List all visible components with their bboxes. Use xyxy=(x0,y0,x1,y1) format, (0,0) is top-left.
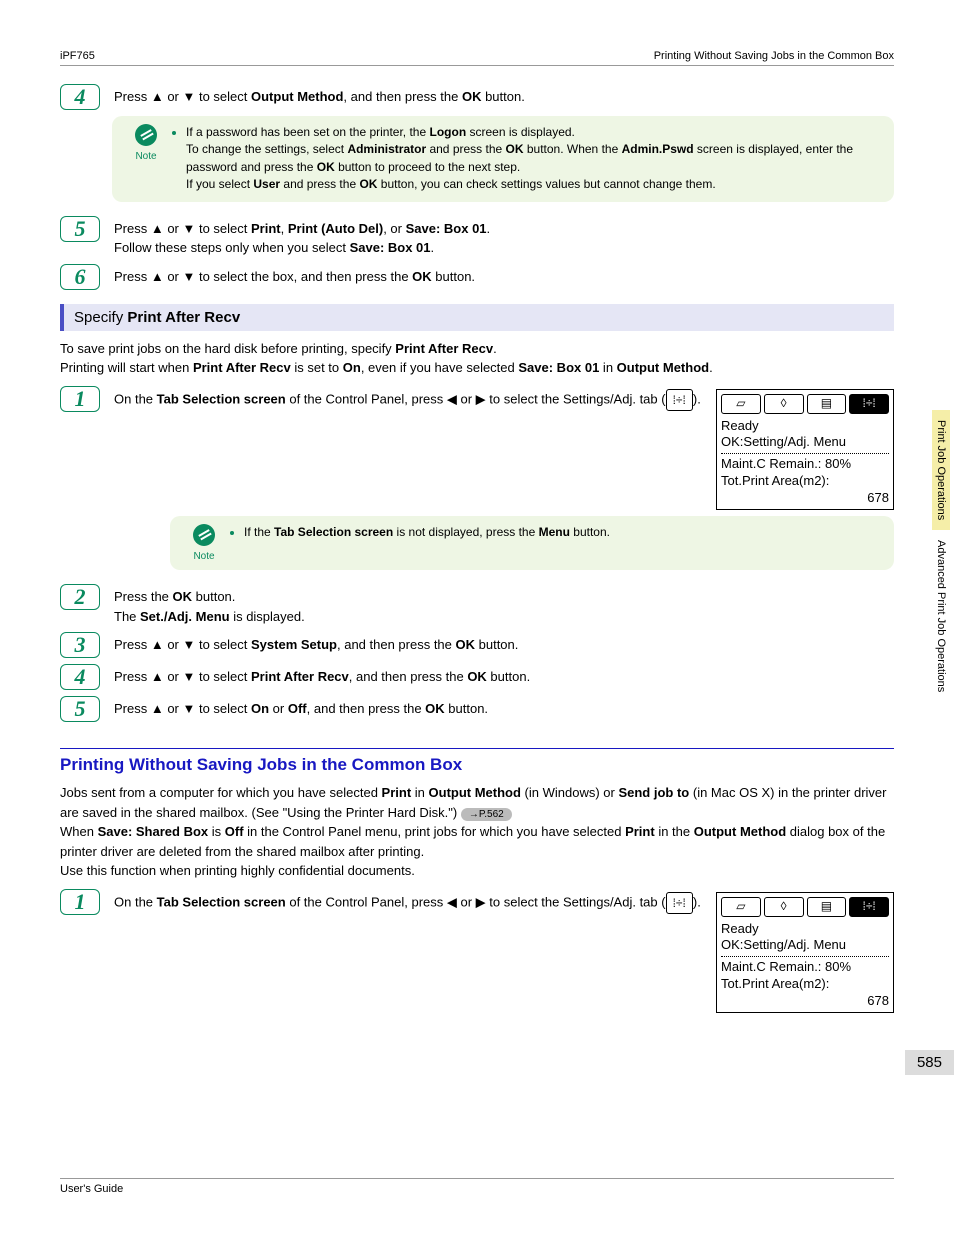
step-number: 4 xyxy=(60,664,100,690)
lcd-tab-settings-icon: ⁞÷⁞ xyxy=(849,394,889,414)
lcd-line-ok: OK:Setting/Adj. Menu xyxy=(721,937,889,954)
note-box: Note If a password has been set on the p… xyxy=(112,116,894,202)
side-tab-chapter[interactable]: Print Job Operations xyxy=(932,410,950,530)
note-label: Note xyxy=(128,151,164,162)
step-b5: 5 Press ▲ or ▼ to select On or Off, and … xyxy=(60,696,894,722)
note-box: Note If the Tab Selection screen is not … xyxy=(170,516,894,570)
step-number: 1 xyxy=(60,386,100,412)
lcd-tab-ink-icon: ◊ xyxy=(764,394,804,414)
step-b1: 1 ▱ ◊ ▤ ⁞÷⁞ Ready OK:Setting/Adj. Menu M… xyxy=(60,386,894,510)
lcd-line-ready: Ready xyxy=(721,921,889,938)
step-b4: 4 Press ▲ or ▼ to select Print After Rec… xyxy=(60,664,894,690)
section-intro: Jobs sent from a computer for which you … xyxy=(60,783,894,881)
lcd-tab-ink-icon: ◊ xyxy=(764,897,804,917)
lcd-panel: ▱ ◊ ▤ ⁞÷⁞ Ready OK:Setting/Adj. Menu Mai… xyxy=(716,389,894,510)
step-b3: 3 Press ▲ or ▼ to select System Setup, a… xyxy=(60,632,894,658)
lcd-line-num: 678 xyxy=(721,993,889,1010)
lcd-line-ready: Ready xyxy=(721,418,889,435)
step-b2: 2 Press the OK button. The Set./Adj. Men… xyxy=(60,584,894,626)
section-title: Printing Without Saving Jobs in the Comm… xyxy=(60,748,894,775)
settings-tab-icon: ⁞÷⁞ xyxy=(666,892,693,914)
lcd-tab-job-icon: ▤ xyxy=(807,897,847,917)
side-tab-section[interactable]: Advanced Print Job Operations xyxy=(932,530,950,702)
settings-tab-icon: ⁞÷⁞ xyxy=(666,389,693,411)
step-number: 6 xyxy=(60,264,100,290)
note-icon xyxy=(193,524,215,546)
step-number: 4 xyxy=(60,84,100,110)
lcd-tab-paper-icon: ▱ xyxy=(721,897,761,917)
lcd-line-area: Tot.Print Area(m2): xyxy=(721,473,889,490)
lcd-panel: ▱ ◊ ▤ ⁞÷⁞ Ready OK:Setting/Adj. Menu Mai… xyxy=(716,892,894,1013)
page-reference-link[interactable]: →P.562 xyxy=(461,808,512,821)
header-left: iPF765 xyxy=(60,50,95,62)
note-icon xyxy=(135,124,157,146)
header-right: Printing Without Saving Jobs in the Comm… xyxy=(654,50,894,62)
footer: User's Guide xyxy=(60,1178,894,1195)
lcd-line-area: Tot.Print Area(m2): xyxy=(721,976,889,993)
page-header: iPF765 Printing Without Saving Jobs in t… xyxy=(60,50,894,66)
page-number: 585 xyxy=(905,1050,954,1075)
step-number: 5 xyxy=(60,696,100,722)
step-number: 3 xyxy=(60,632,100,658)
lcd-line-num: 678 xyxy=(721,490,889,507)
step-number: 2 xyxy=(60,584,100,610)
step-4: 4 Press ▲ or ▼ to select Output Method, … xyxy=(60,84,894,110)
step-5: 5 Press ▲ or ▼ to select Print, Print (A… xyxy=(60,216,894,258)
step-6: 6 Press ▲ or ▼ to select the box, and th… xyxy=(60,264,894,290)
note-label: Note xyxy=(186,551,222,562)
side-tabs: Print Job Operations Advanced Print Job … xyxy=(932,410,954,703)
lcd-tab-paper-icon: ▱ xyxy=(721,394,761,414)
step-number: 1 xyxy=(60,889,100,915)
lcd-line-maint: Maint.C Remain.: 80% xyxy=(721,456,889,473)
lcd-line-ok: OK:Setting/Adj. Menu xyxy=(721,434,889,451)
step-c1: 1 ▱ ◊ ▤ ⁞÷⁞ Ready OK:Setting/Adj. Menu M… xyxy=(60,889,894,1013)
intro-paragraph: To save print jobs on the hard disk befo… xyxy=(60,339,894,378)
lcd-tab-job-icon: ▤ xyxy=(807,394,847,414)
step-number: 5 xyxy=(60,216,100,242)
lcd-tab-settings-icon: ⁞÷⁞ xyxy=(849,897,889,917)
lcd-line-maint: Maint.C Remain.: 80% xyxy=(721,959,889,976)
subsection-heading: Specify Print After Recv xyxy=(60,304,894,331)
